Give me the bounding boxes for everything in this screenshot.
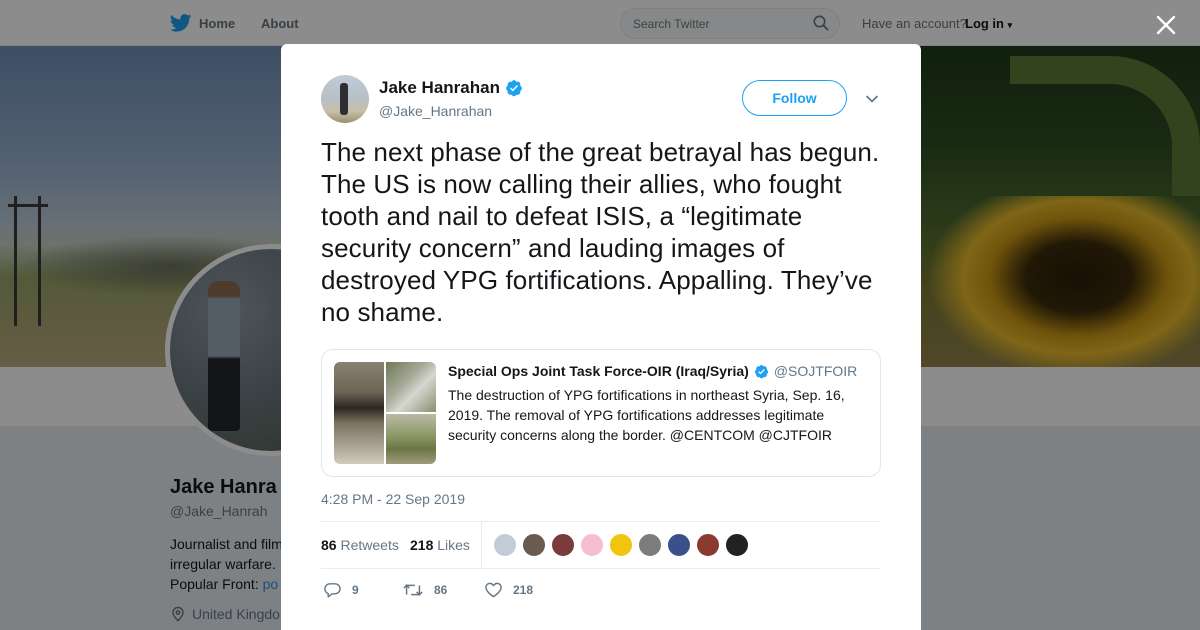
retweets-label: Retweets — [340, 537, 399, 553]
liker-avatar[interactable] — [493, 533, 517, 557]
liker-avatar[interactable] — [522, 533, 546, 557]
tweet-actions: 9 86 218 — [321, 581, 881, 601]
author-name-text: Jake Hanrahan — [379, 78, 500, 97]
reply-button[interactable]: 9 — [323, 581, 359, 599]
quoted-author-handle: @SOJTFOIR — [773, 363, 858, 379]
liker-avatar[interactable] — [667, 533, 691, 557]
retweet-button[interactable]: 86 — [402, 581, 447, 599]
media-thumbnail — [386, 362, 436, 412]
tweet-stats: 86 Retweets 218 Likes — [321, 521, 881, 569]
likes-count: 218 — [410, 537, 434, 553]
liker-avatar[interactable] — [551, 533, 575, 557]
quoted-tweet[interactable]: Special Ops Joint Task Force-OIR (Iraq/S… — [321, 349, 881, 477]
tweet-timestamp[interactable]: 4:28 PM - 22 Sep 2019 — [321, 491, 465, 507]
heart-icon — [485, 582, 502, 598]
verified-badge-icon — [754, 364, 768, 378]
liker-avatars — [493, 533, 749, 557]
quoted-tweet-media[interactable] — [334, 362, 436, 464]
author-handle[interactable]: @Jake_Hanrahan — [379, 103, 492, 119]
tweet-modal: Jake Hanrahan @Jake_Hanrahan Follow The … — [281, 44, 921, 630]
liker-avatar[interactable] — [638, 533, 662, 557]
retweet-count: 86 — [434, 583, 448, 597]
verified-badge-icon — [506, 80, 522, 97]
author-avatar[interactable] — [321, 75, 369, 123]
like-button[interactable]: 218 — [484, 581, 533, 599]
liker-avatar[interactable] — [725, 533, 749, 557]
likes-stat[interactable]: 218 Likes — [410, 537, 470, 553]
media-thumbnail — [334, 362, 384, 464]
retweet-icon — [403, 584, 423, 596]
author-name[interactable]: Jake Hanrahan — [379, 78, 523, 98]
chevron-down-icon[interactable] — [864, 91, 880, 107]
follow-button[interactable]: Follow — [742, 80, 847, 116]
liker-avatar[interactable] — [609, 533, 633, 557]
media-thumbnail — [386, 414, 436, 464]
liker-avatar[interactable] — [580, 533, 604, 557]
retweets-count: 86 — [321, 537, 337, 553]
like-count: 218 — [513, 583, 534, 597]
liker-avatar[interactable] — [696, 533, 720, 557]
quoted-tweet-header: Special Ops Joint Task Force-OIR (Iraq/S… — [448, 363, 857, 379]
reply-count: 9 — [352, 583, 359, 597]
tweet-text: The next phase of the great betrayal has… — [321, 137, 880, 327]
retweets-stat[interactable]: 86 Retweets — [321, 537, 399, 553]
likes-label: Likes — [437, 537, 470, 553]
divider — [481, 522, 482, 569]
reply-icon — [324, 583, 341, 598]
close-icon[interactable] — [1153, 12, 1179, 38]
quoted-author-name: Special Ops Joint Task Force-OIR (Iraq/S… — [448, 363, 749, 379]
quoted-tweet-text: The destruction of YPG fortifications in… — [448, 387, 845, 443]
